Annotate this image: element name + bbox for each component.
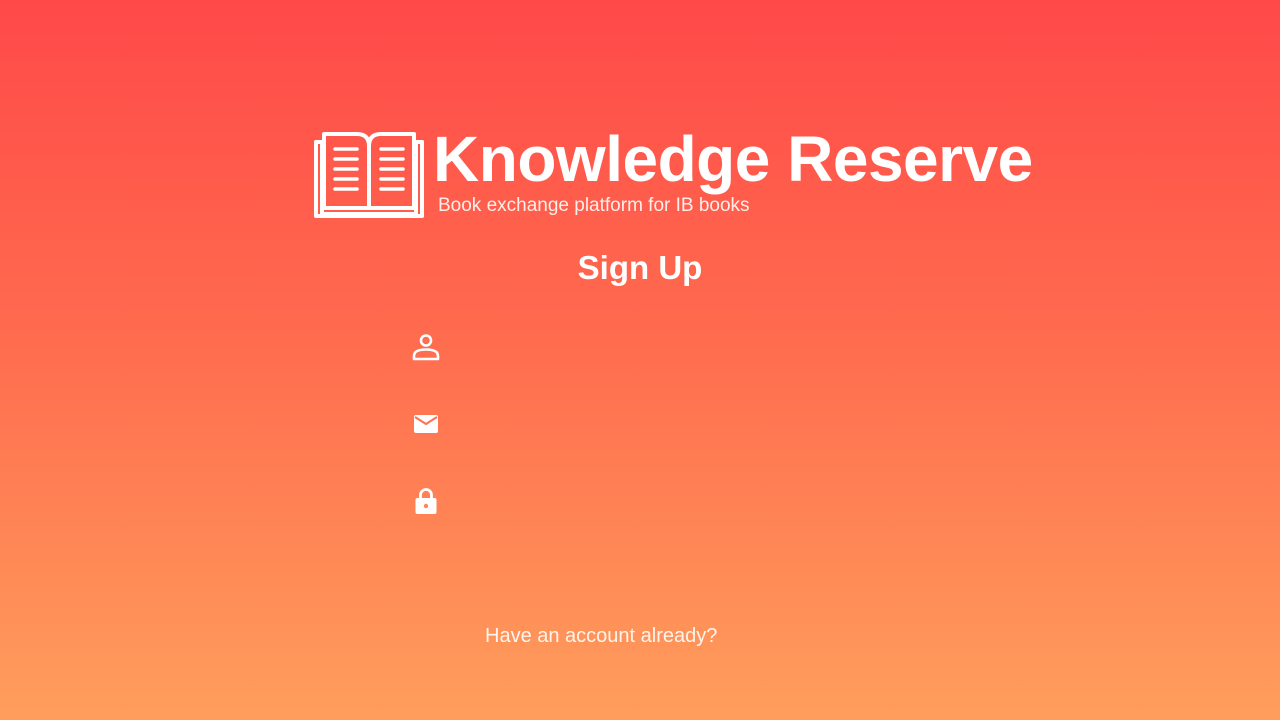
app-title: Knowledge Reserve	[433, 123, 1033, 195]
brand-header: Knowledge Reserve Book exchange platform…	[313, 124, 1033, 220]
lock-icon	[404, 479, 448, 523]
login-link[interactable]: Have an account already?	[485, 623, 717, 649]
username-input[interactable]	[458, 326, 876, 368]
page-title: Sign Up	[577, 249, 703, 286]
app-tagline: Book exchange platform for IB books	[438, 195, 750, 216]
username-field-row	[404, 325, 876, 369]
password-field-row	[404, 479, 876, 523]
email-input[interactable]	[458, 403, 876, 445]
password-input[interactable]	[458, 480, 876, 522]
envelope-icon	[404, 402, 448, 446]
email-field-row	[404, 402, 876, 446]
open-book-icon	[314, 132, 424, 218]
person-icon	[404, 325, 448, 369]
